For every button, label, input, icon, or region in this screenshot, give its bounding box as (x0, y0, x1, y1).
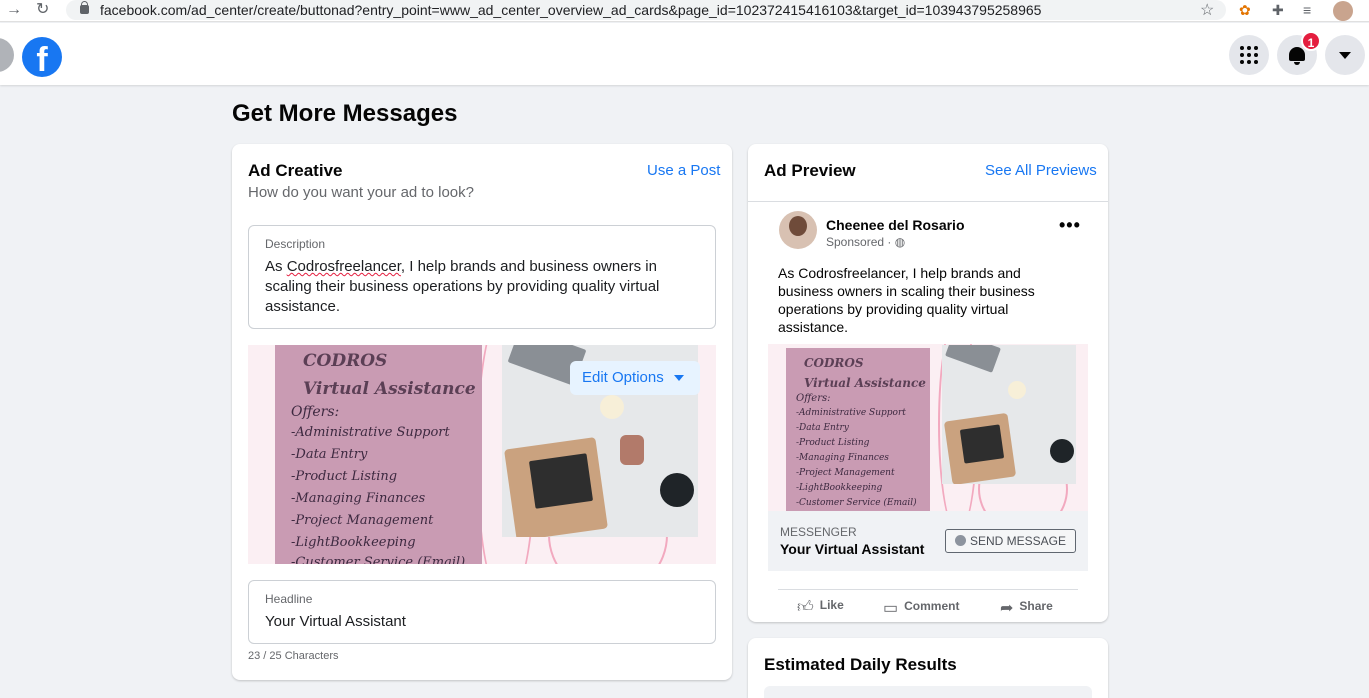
thumbs-up-icon: 👍︎ (797, 599, 814, 616)
see-all-previews-link[interactable]: See All Previews (985, 162, 1097, 179)
preview-text-panel: CODROS Virtual Assistance Offers: -Admin… (786, 348, 930, 511)
share-icon: ➦ (1000, 600, 1014, 617)
divider (778, 589, 1078, 590)
like-button[interactable]: 👍︎ Like (797, 598, 844, 617)
ad-creative-title: Ad Creative (248, 161, 343, 180)
facebook-logo-icon[interactable]: f (22, 37, 62, 77)
lock-icon (80, 1, 89, 14)
cta-bar: MESSENGER Your Virtual Assistant SEND ME… (768, 511, 1088, 571)
page-avatar (779, 211, 817, 249)
headline-field[interactable]: Headline Your Virtual Assistant (248, 580, 716, 644)
misspelled-word: Codrosfreelancer (286, 258, 401, 275)
caret-down-icon (674, 375, 684, 381)
cta-label: MESSENGER (780, 525, 857, 539)
description-label: Description (265, 237, 326, 251)
page-title: Get More Messages (232, 100, 458, 127)
profile-avatar[interactable] (1333, 1, 1353, 21)
bookmark-star-icon[interactable]: ☆ (1200, 0, 1214, 20)
page-name: Cheenee del Rosario (826, 217, 965, 233)
ad-creative-subtitle: How do you want your ad to look? (248, 184, 474, 201)
ad-preview-title: Ad Preview (764, 161, 856, 180)
messenger-icon (954, 535, 966, 546)
caret-down-icon (1339, 52, 1351, 59)
results-placeholder (764, 686, 1092, 698)
cta-title: Your Virtual Assistant (780, 541, 925, 557)
bell-icon (1289, 47, 1305, 65)
send-message-button[interactable]: SEND MESSAGE (945, 529, 1076, 553)
edit-options-button[interactable]: Edit Options (570, 361, 700, 395)
back-arrow-icon[interactable]: → (6, 1, 22, 19)
comment-button[interactable]: ▭ Comment (883, 598, 959, 618)
media-control-icon[interactable]: ≡ (1303, 2, 1311, 18)
preview-photo (942, 345, 1076, 484)
account-button[interactable] (1325, 35, 1365, 75)
grid-menu-icon (1240, 46, 1258, 64)
notifications-button[interactable]: 1 (1277, 31, 1321, 75)
more-options-icon[interactable]: ••• (1059, 215, 1081, 236)
headline-value: Your Virtual Assistant (265, 613, 406, 630)
globe-icon: ◍ (894, 235, 906, 249)
creative-text-panel: CODROS Virtual Assistance Offers: -Admin… (275, 345, 482, 564)
description-value: As Codrosfreelancer, I help brands and b… (265, 258, 660, 315)
facebook-header: f 1 (0, 23, 1369, 85)
character-count: 23 / 25 Characters (248, 650, 339, 662)
description-field[interactable]: Description As Codrosfreelancer, I help … (248, 225, 716, 329)
address-bar[interactable]: facebook.com/ad_center/create/buttonad?e… (66, 0, 1226, 20)
back-button[interactable] (0, 38, 14, 72)
comment-icon: ▭ (883, 600, 899, 617)
extension-icon[interactable]: ✿ (1239, 2, 1251, 19)
share-button[interactable]: ➦ Share (1000, 598, 1053, 618)
reload-icon[interactable]: ↻ (36, 1, 49, 19)
browser-toolbar: → ↻ facebook.com/ad_center/create/button… (0, 0, 1369, 22)
preview-body-text: As Codrosfreelancer, I help brands and b… (778, 265, 1035, 335)
url-text: facebook.com/ad_center/create/buttonad?e… (100, 2, 1042, 18)
divider (748, 201, 1108, 202)
notification-badge: 1 (1301, 31, 1321, 51)
headline-label: Headline (265, 592, 313, 606)
sponsored-label: Sponsored · ◍ (826, 235, 906, 249)
estimated-results-title: Estimated Daily Results (764, 655, 957, 674)
menu-button[interactable] (1229, 35, 1269, 75)
use-a-post-link[interactable]: Use a Post (647, 162, 720, 179)
puzzle-icon[interactable]: ✚ (1272, 2, 1284, 19)
